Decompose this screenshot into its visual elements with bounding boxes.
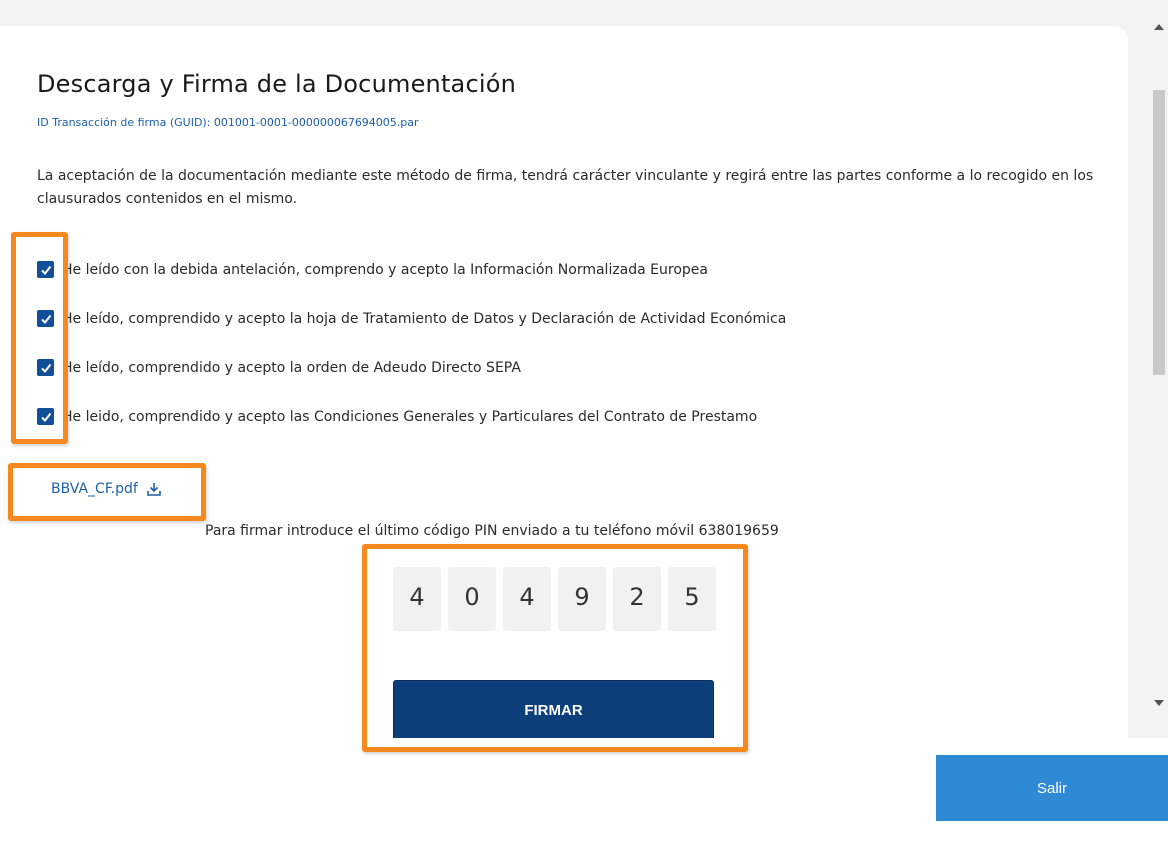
pin-input-group: 4 0 4 9 2 5 bbox=[393, 567, 716, 631]
intro-text: La aceptación de la documentación median… bbox=[37, 168, 1094, 207]
checkmark-icon bbox=[40, 363, 51, 373]
checkmark-icon bbox=[40, 412, 51, 422]
pin-digit-field[interactable]: 4 bbox=[503, 567, 551, 631]
checkbox-checked[interactable] bbox=[37, 408, 54, 425]
checkbox-row-contract[interactable]: He leido, comprendido y acepto las Condi… bbox=[37, 408, 757, 425]
document-signing-panel: Descarga y Firma de la Documentación ID … bbox=[0, 26, 1128, 738]
scroll-thumb[interactable] bbox=[1153, 90, 1165, 375]
checkbox-label: He leído, comprendido y acepto la hoja d… bbox=[62, 310, 787, 327]
checkbox-checked[interactable] bbox=[37, 359, 54, 376]
pin-digit-field[interactable]: 5 bbox=[668, 567, 716, 631]
checkbox-row-data-treatment[interactable]: He leído, comprendido y acepto la hoja d… bbox=[37, 310, 786, 327]
checkbox-row-ine[interactable]: He leído con la debida antelación, compr… bbox=[37, 261, 708, 278]
scroll-up-arrow-icon[interactable] bbox=[1154, 24, 1164, 30]
pin-digit-field[interactable]: 9 bbox=[558, 567, 606, 631]
transaction-guid: ID Transacción de firma (GUID): 001001-0… bbox=[37, 116, 419, 129]
pin-digit-field[interactable]: 2 bbox=[613, 567, 661, 631]
exit-button[interactable]: Salir bbox=[936, 755, 1168, 821]
page: Descarga y Firma de la Documentación ID … bbox=[0, 0, 1168, 849]
pin-digit-field[interactable]: 0 bbox=[448, 567, 496, 631]
checkmark-icon bbox=[40, 265, 51, 275]
scroll-down-arrow-icon[interactable] bbox=[1154, 700, 1164, 706]
download-pdf-link[interactable]: BBVA_CF.pdf bbox=[51, 481, 162, 497]
checkbox-checked[interactable] bbox=[37, 310, 54, 327]
checkbox-label: He leído, comprendido y acepto la orden … bbox=[62, 359, 521, 376]
pin-instruction: Para firmar introduce el último código P… bbox=[205, 523, 779, 539]
pdf-filename: BBVA_CF.pdf bbox=[51, 481, 138, 497]
pin-digit-field[interactable]: 4 bbox=[393, 567, 441, 631]
checkbox-label: He leído con la debida antelación, compr… bbox=[62, 261, 708, 278]
checkbox-checked[interactable] bbox=[37, 261, 54, 278]
vertical-scrollbar[interactable] bbox=[1150, 0, 1168, 738]
checkbox-row-sepa[interactable]: He leído, comprendido y acepto la orden … bbox=[37, 359, 521, 376]
sign-button[interactable]: FIRMAR bbox=[393, 680, 714, 738]
checkmark-icon bbox=[40, 314, 51, 324]
page-title: Descarga y Firma de la Documentación bbox=[37, 70, 517, 98]
checkbox-label: He leido, comprendido y acepto las Condi… bbox=[62, 408, 758, 425]
download-icon[interactable] bbox=[146, 481, 162, 497]
